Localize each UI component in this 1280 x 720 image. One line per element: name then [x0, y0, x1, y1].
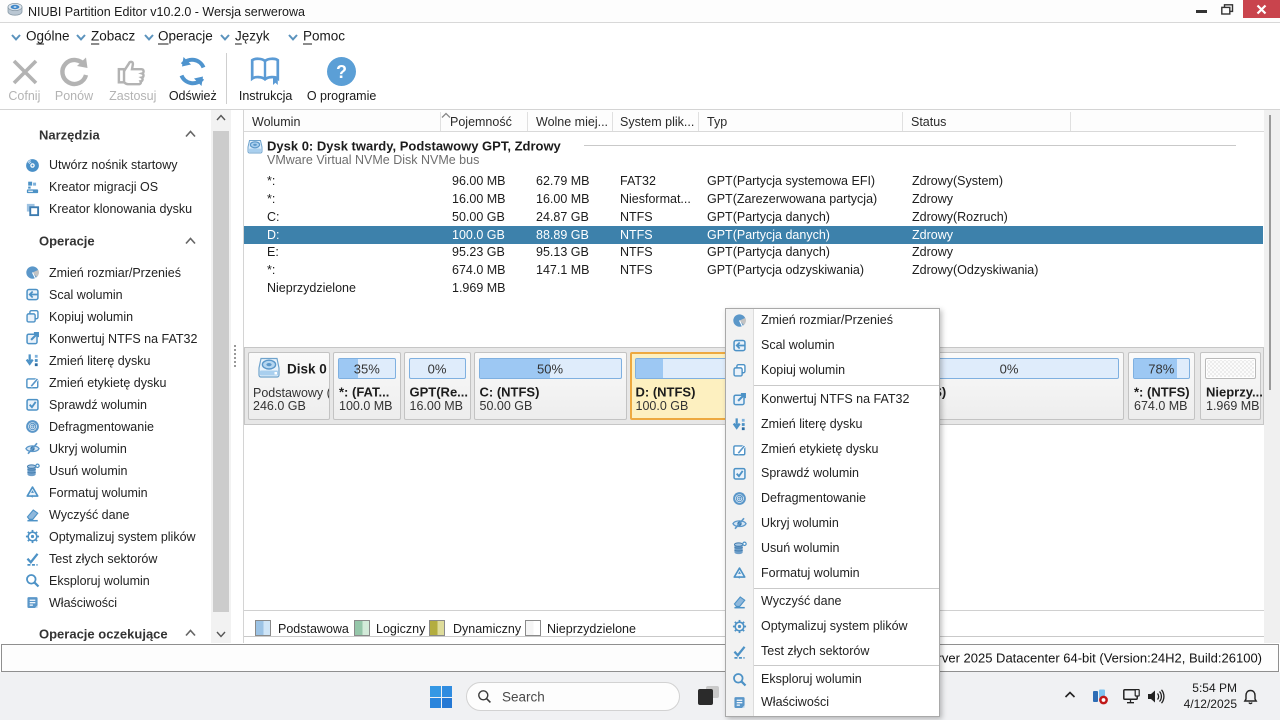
svg-text:?: ? — [336, 62, 347, 82]
